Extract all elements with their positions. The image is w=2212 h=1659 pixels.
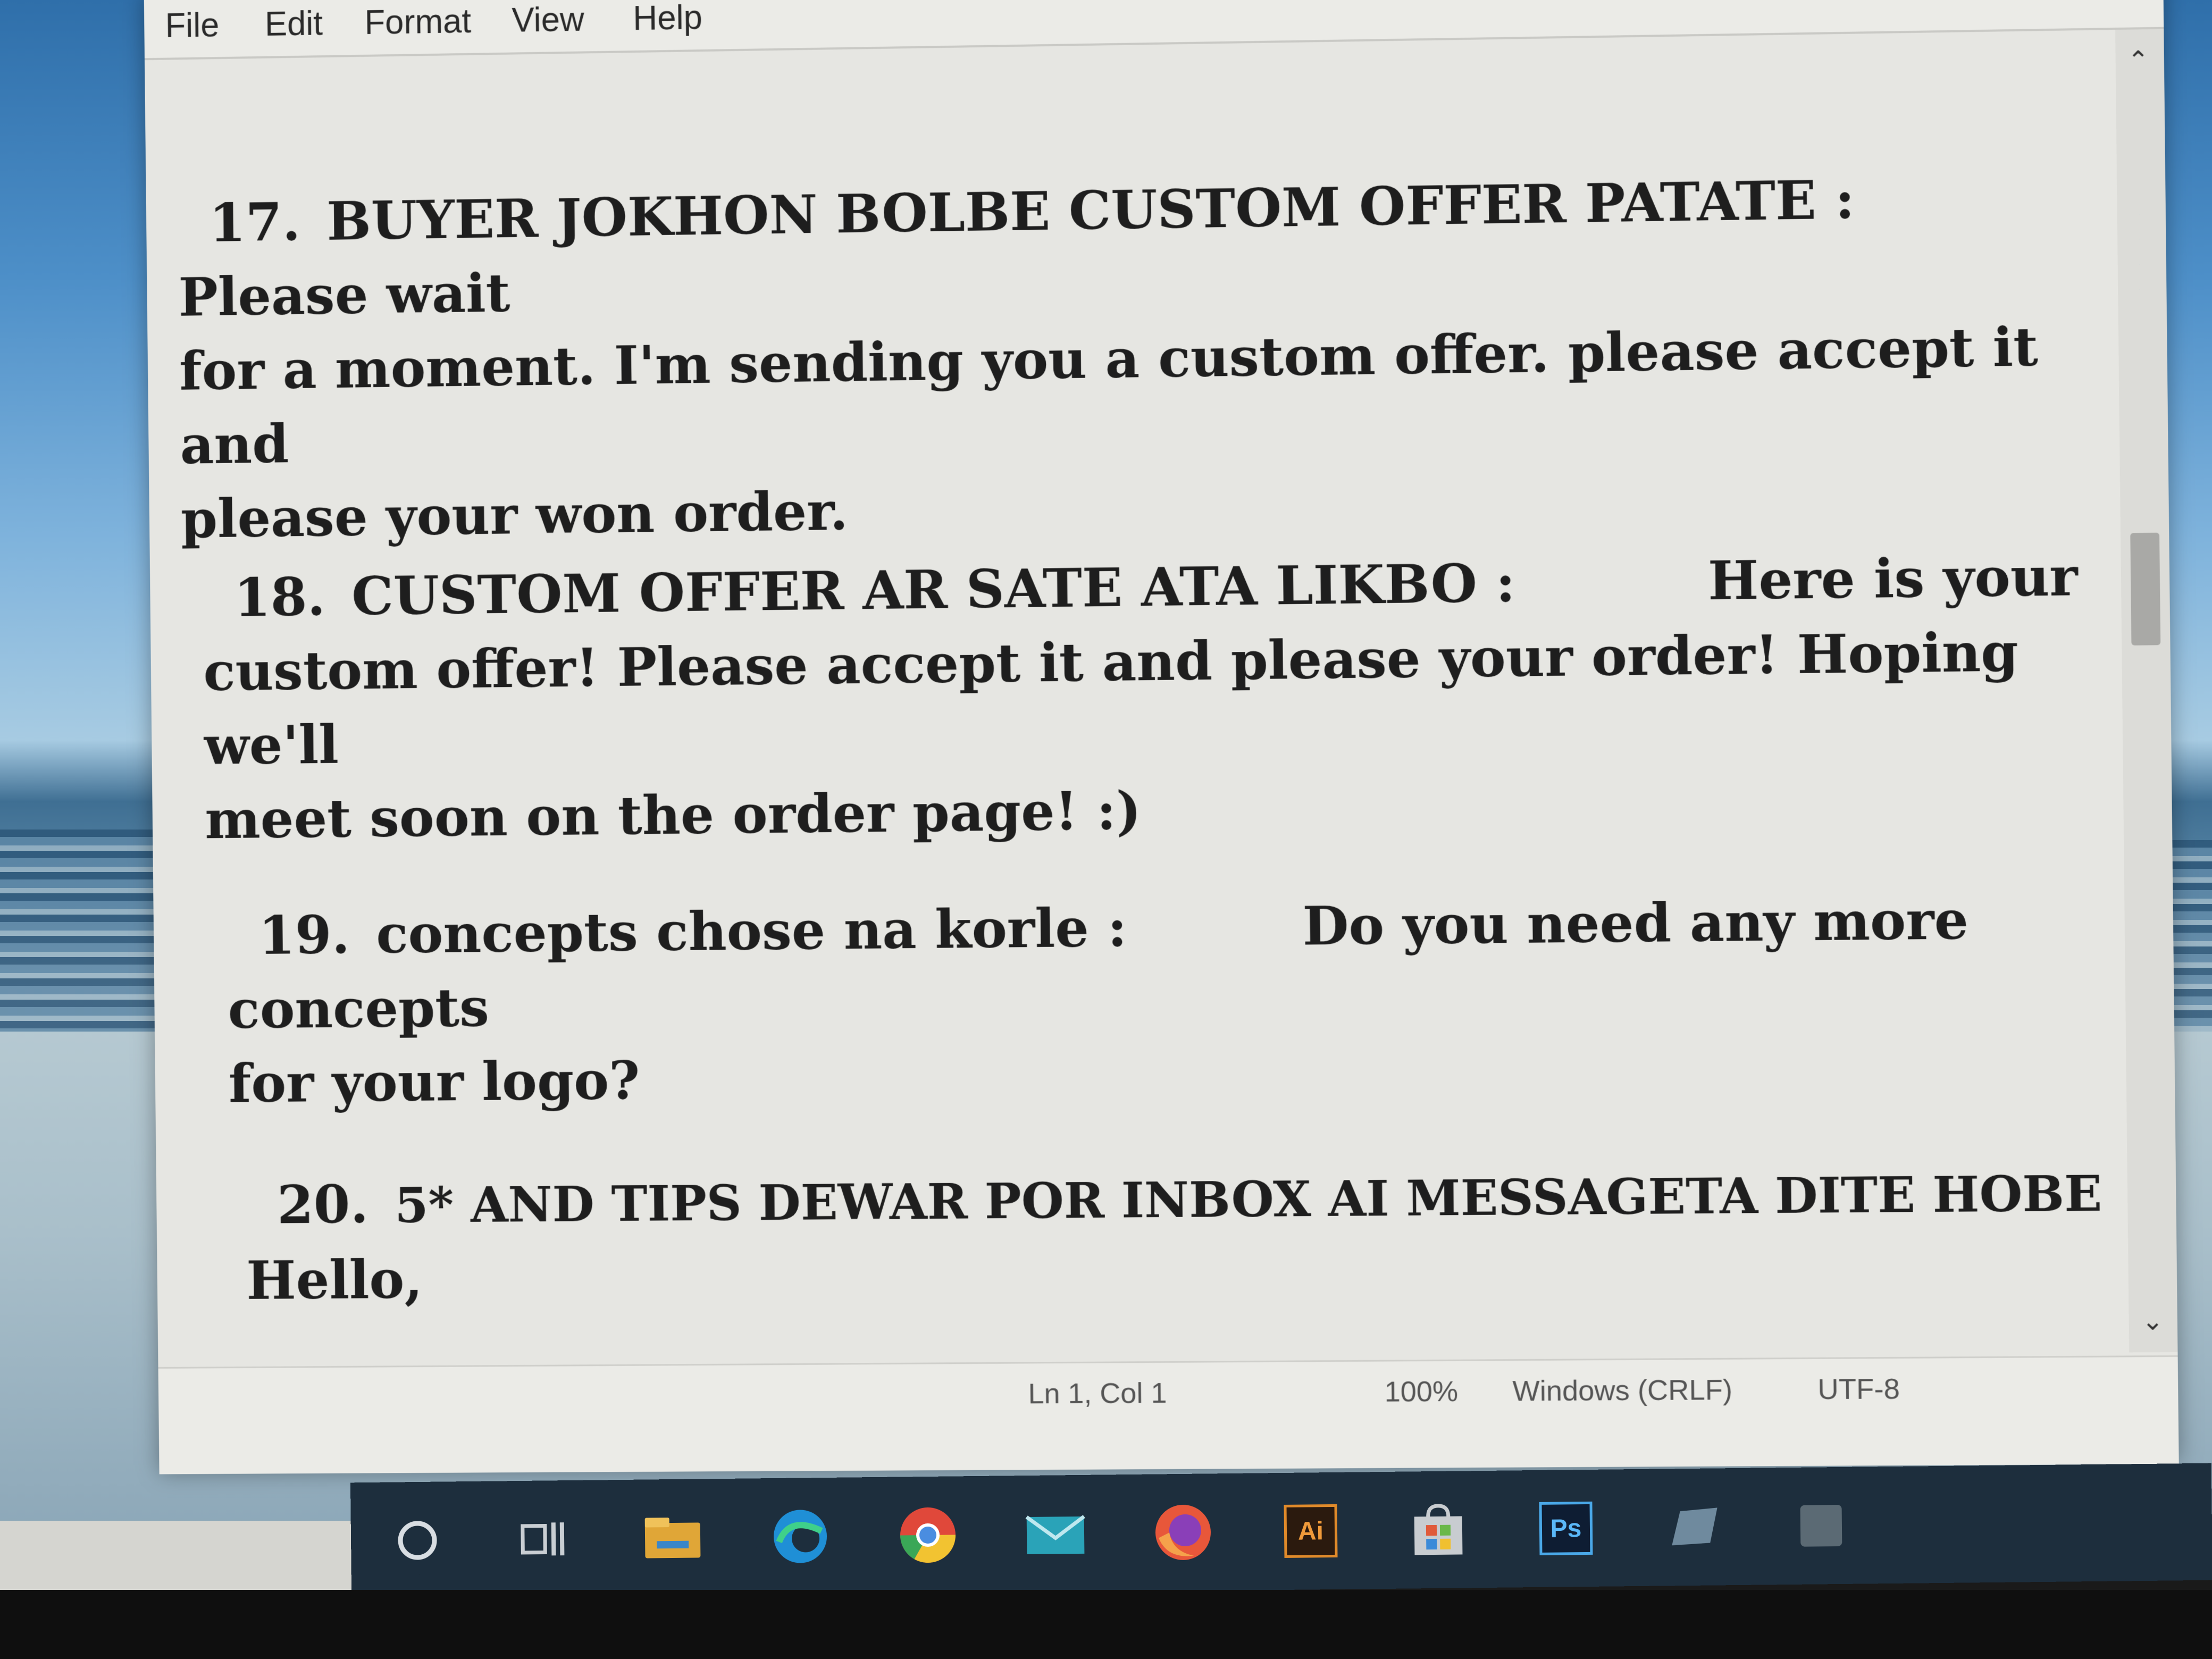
menu-format[interactable]: Format: [364, 1, 471, 42]
taskbar-search-area: [0, 1521, 356, 1595]
taskbar: Ai Ps: [350, 1463, 2212, 1600]
entry-reply-start: Please wait: [178, 261, 510, 329]
entry-17-line2: for a moment. I'm sending you a custom o…: [179, 315, 2039, 476]
entry-heading: CUSTOM OFFER AR SATE ATA LIKBO :: [351, 551, 1516, 627]
illustrator-icon[interactable]: Ai: [1276, 1499, 1345, 1563]
photoshop-icon[interactable]: Ps: [1531, 1496, 1601, 1561]
cortana-icon[interactable]: [382, 1508, 452, 1572]
app-icon[interactable]: [1658, 1495, 1728, 1559]
entry-heading: concepts chose na korle :: [375, 896, 1128, 966]
entry-heading: BUYER JOKHON BOLBE CUSTOM OFFER PATATE :: [326, 167, 1855, 253]
menu-edit[interactable]: Edit: [265, 4, 323, 44]
zoom-level: 100%: [1384, 1375, 1459, 1408]
cursor-position: Ln 1, Col 1: [1028, 1377, 1167, 1410]
entry-number: 19.: [258, 903, 350, 967]
entry-number: 17.: [208, 190, 301, 254]
photoshop-label: Ps: [1539, 1501, 1593, 1555]
entry-17: 17. BUYER JOKHON BOLBE CUSTOM OFFER PATAT…: [178, 158, 2094, 556]
encoding: UTF-8: [1817, 1373, 1900, 1406]
notepad-window: File Edit Format View Help 17. BUYER JOKH…: [144, 0, 2179, 1474]
entry-20: 20. 5* AND TIPS DEWAR POR INBOX AI MESSAG…: [245, 1154, 2113, 1317]
screen-bezel: [0, 1590, 2212, 1659]
entry-18: 18. CUSTOM OFFER AR SATE ATA LIKBO : Here …: [202, 539, 2113, 857]
mail-icon[interactable]: [1020, 1502, 1090, 1566]
edge-icon[interactable]: [765, 1504, 835, 1569]
menu-view[interactable]: View: [512, 0, 584, 40]
text-editor[interactable]: 17. BUYER JOKHON BOLBE CUSTOM OFFER PATAT…: [176, 30, 2113, 1364]
entry-20-line1: 20. 5* AND TIPS DEWAR POR INBOX AI MESSAG…: [245, 1154, 2113, 1243]
entry-18-line2: custom offer! Please accept it and pleas…: [203, 620, 2019, 777]
entry-number: 18.: [233, 565, 326, 629]
entry-19-line1: 19. concepts chose na korle : Do you need …: [227, 881, 2113, 1046]
entry-19-line2: for your logo?: [228, 1049, 640, 1115]
entry-17-line1: 17. BUYER JOKHON BOLBE CUSTOM OFFER PATAT…: [178, 158, 2091, 334]
status-bar: Ln 1, Col 1 100% Windows (CRLF) UTF-8: [158, 1355, 2179, 1474]
entry-number: 20.: [276, 1172, 369, 1236]
menu-file[interactable]: File: [165, 5, 219, 45]
entry-20-line2: Hello,: [246, 1248, 423, 1312]
scroll-down-icon[interactable]: ⌄: [2142, 1306, 2164, 1336]
file-explorer-icon[interactable]: [638, 1505, 707, 1570]
scroll-thumb[interactable]: [2130, 532, 2161, 646]
task-view-icon[interactable]: [510, 1507, 580, 1571]
app-icon[interactable]: [1786, 1494, 1856, 1558]
desktop: File Edit Format View Help 17. BUYER JOKH…: [0, 0, 2212, 1659]
chrome-icon[interactable]: [893, 1503, 962, 1567]
entry-heading: 5* AND TIPS DEWAR POR INBOX AI MESSAGETA…: [394, 1164, 2113, 1234]
scroll-up-icon[interactable]: ⌃: [2127, 45, 2149, 76]
firefox-icon[interactable]: [1148, 1500, 1218, 1564]
menu-help[interactable]: Help: [633, 0, 702, 38]
entry-reply-start: Here is your: [1707, 544, 2079, 613]
line-ending: Windows (CRLF): [1512, 1373, 1733, 1407]
store-icon[interactable]: [1403, 1497, 1473, 1562]
entry-19: 19. concepts chose na korle : Do you need …: [227, 881, 2113, 1120]
illustrator-label: Ai: [1284, 1504, 1338, 1558]
